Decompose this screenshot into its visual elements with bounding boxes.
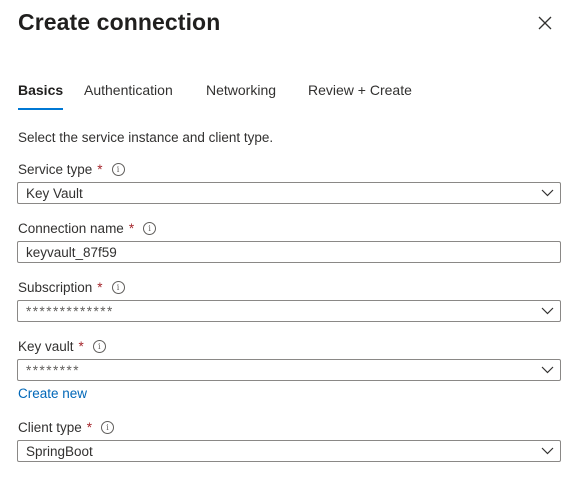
tab-authentication[interactable]: Authentication xyxy=(84,80,173,100)
tab-basics[interactable]: Basics xyxy=(18,80,64,110)
connection-name-input[interactable]: keyvault_87f59 xyxy=(17,241,561,263)
chevron-down-icon xyxy=(541,366,553,374)
key-vault-dropdown[interactable]: ******** xyxy=(17,359,561,381)
subscription-label-row: Subscription * i xyxy=(18,278,125,296)
client-type-label-row: Client type * i xyxy=(18,418,115,436)
service-type-label: Service type xyxy=(18,161,93,177)
subscription-value: ************* xyxy=(26,303,114,319)
connection-name-label-row: Connection name * i xyxy=(18,219,157,237)
chevron-down-icon xyxy=(541,447,553,455)
chevron-down-icon xyxy=(541,189,553,197)
client-type-dropdown[interactable]: SpringBoot xyxy=(17,440,561,462)
create-new-link[interactable]: Create new xyxy=(18,386,87,401)
info-icon[interactable]: i xyxy=(143,221,157,235)
tab-review-create[interactable]: Review + Create xyxy=(308,80,412,100)
info-icon[interactable]: i xyxy=(111,280,125,294)
chevron-down-icon xyxy=(541,307,553,315)
section-description: Select the service instance and client t… xyxy=(18,130,274,145)
required-marker: * xyxy=(128,220,135,236)
subscription-label: Subscription xyxy=(18,279,93,295)
required-marker: * xyxy=(97,279,103,295)
close-button[interactable] xyxy=(533,11,557,35)
info-icon[interactable]: i xyxy=(92,339,106,353)
subscription-dropdown[interactable]: ************* xyxy=(17,300,561,322)
client-type-value: SpringBoot xyxy=(26,443,93,459)
key-vault-label-row: Key vault * i xyxy=(18,337,106,355)
panel-title: Create connection xyxy=(18,9,221,35)
service-type-dropdown[interactable]: Key Vault xyxy=(17,182,561,204)
connection-name-label: Connection name xyxy=(18,220,124,236)
info-icon[interactable]: i xyxy=(111,162,125,176)
connection-name-value: keyvault_87f59 xyxy=(26,244,117,260)
tab-networking[interactable]: Networking xyxy=(206,80,276,100)
info-icon[interactable]: i xyxy=(101,420,115,434)
required-marker: * xyxy=(97,161,103,177)
client-type-label: Client type xyxy=(18,419,82,435)
key-vault-label: Key vault xyxy=(18,338,74,354)
key-vault-value: ******** xyxy=(26,362,81,378)
service-type-value: Key Vault xyxy=(26,185,83,201)
required-marker: * xyxy=(78,338,84,354)
service-type-label-row: Service type * i xyxy=(18,160,125,178)
required-marker: * xyxy=(86,419,93,435)
close-icon xyxy=(538,16,552,30)
